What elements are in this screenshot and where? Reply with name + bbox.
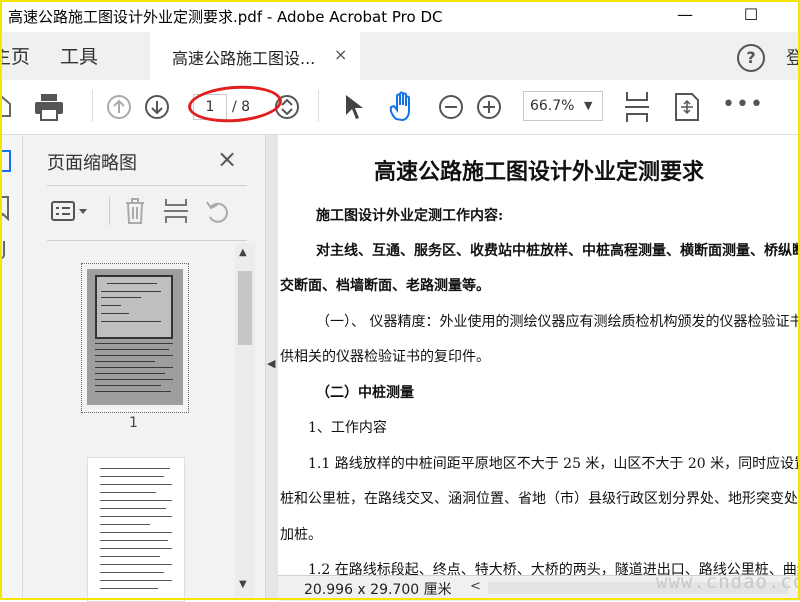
thumbnail-scrollbar[interactable]: ▲ ▼ — [235, 243, 255, 600]
attachments-icon[interactable] — [0, 237, 14, 263]
page-size-label: 20.996 x 29.700 厘米 — [304, 582, 452, 598]
page-thumbnail-label: 1 — [129, 415, 138, 431]
watermark: www.cndao.com — [656, 571, 800, 593]
document-line: 交断面、档墙断面、老路测量等。 — [280, 278, 490, 294]
page-thumbnail-1[interactable] — [87, 269, 183, 405]
page-thumbnails-icon[interactable] — [0, 149, 14, 175]
navigation-pane-strip — [0, 135, 23, 600]
page-thumbnails-panel: 页面缩略图 × 1 ▲ ▼ — [23, 135, 265, 602]
maximize-button[interactable]: ☐ — [728, 0, 774, 32]
thumbnail-title-block — [95, 275, 173, 339]
document-line: 对主线、互通、服务区、收费站中桩放样、中桩高程测量、横断面测量、桥纵断、涵 — [316, 243, 800, 259]
panel-splitter[interactable]: ◀ — [265, 135, 278, 600]
panel-title: 页面缩略图 — [47, 153, 137, 174]
rotate-page-icon[interactable] — [205, 199, 231, 225]
scroll-down-icon[interactable]: ▼ — [239, 579, 247, 590]
zoom-in-icon[interactable] — [476, 94, 502, 120]
window-title-bar: 高速公路施工图设计外业定测要求.pdf - Adobe Acrobat Pro … — [0, 0, 800, 32]
hand-tool-icon[interactable] — [388, 91, 418, 123]
home-icon[interactable] — [0, 94, 12, 118]
panel-divider — [47, 240, 247, 241]
select-cursor-icon[interactable] — [344, 93, 366, 121]
document-view[interactable]: 高速公路施工图设计外业定测要求 施工图设计外业定测工作内容: 对主线、互通、服务… — [278, 135, 800, 575]
bookmarks-icon[interactable] — [0, 195, 14, 221]
document-line: 桩和公里桩，在路线交叉、涵洞位置、省地（市）县级行政区划分界处、地形突变处应另 — [280, 491, 800, 507]
tab-document-label: 高速公路施工图设... — [172, 49, 316, 68]
full-screen-icon[interactable] — [674, 92, 700, 122]
document-line: 施工图设计外业定测工作内容: — [316, 208, 504, 224]
print-icon[interactable] — [34, 93, 64, 121]
next-page-icon[interactable] — [144, 94, 170, 120]
sign-in-link[interactable]: 登 — [786, 44, 800, 70]
document-title: 高速公路施工图设计外业定测要求 — [374, 159, 705, 185]
minimize-button[interactable]: — — [662, 0, 708, 32]
page-thumbnail-2[interactable] — [87, 457, 185, 602]
tab-bar: 主页 工具 高速公路施工图设... × ? 登 — [0, 32, 800, 81]
collapse-panel-icon[interactable]: ◀ — [267, 357, 275, 370]
zoom-level-value: 66.7% — [530, 98, 575, 114]
document-line: 加桩。 — [280, 527, 322, 543]
zoom-out-icon[interactable] — [438, 94, 464, 120]
previous-page-icon[interactable] — [106, 94, 132, 120]
help-icon[interactable]: ? — [737, 44, 765, 72]
document-line: 1.1 路线放样的中桩间距平原地区不大于 25 米，山区不大于 20 米，同时应… — [308, 456, 800, 472]
document-line: （一）、 仪器精度：外业使用的测绘仪器应有测绘质检机构颁发的仪器检验证书，并 — [316, 314, 800, 330]
toolbar-divider — [92, 90, 93, 122]
scroll-up-icon[interactable]: ▲ — [239, 247, 247, 258]
tab-document[interactable]: 高速公路施工图设... × — [150, 32, 360, 80]
fit-page-icon[interactable] — [624, 90, 650, 124]
delete-page-icon[interactable] — [123, 197, 147, 225]
panel-close-icon[interactable]: × — [217, 145, 237, 173]
toolbar-divider — [318, 90, 319, 122]
document-line: 供相关的仪器检验证书的复印件。 — [280, 349, 490, 365]
panel-divider — [47, 185, 247, 186]
more-tools-icon[interactable]: ••• — [722, 92, 764, 117]
scroll-left-icon[interactable]: < — [470, 579, 481, 594]
window-title: 高速公路施工图设计外业定测要求.pdf - Adobe Acrobat Pro … — [8, 8, 443, 26]
scrollbar-thumb[interactable] — [238, 271, 252, 345]
tab-tools[interactable]: 工具 — [60, 42, 98, 69]
panel-divider — [109, 197, 110, 225]
main-toolbar: 1 / 8 66.7% ▼ ••• — [0, 80, 800, 135]
zoom-level-select[interactable]: 66.7% ▼ — [523, 91, 603, 121]
tab-home[interactable]: 主页 — [0, 42, 30, 69]
insert-page-icon[interactable] — [163, 197, 189, 225]
document-line: （二）中桩测量 — [316, 385, 414, 401]
chevron-down-icon: ▼ — [584, 99, 593, 112]
tab-close-icon[interactable]: × — [334, 45, 347, 64]
thumbnail-options-icon[interactable] — [51, 201, 91, 223]
document-line: 1、工作内容 — [308, 420, 387, 436]
